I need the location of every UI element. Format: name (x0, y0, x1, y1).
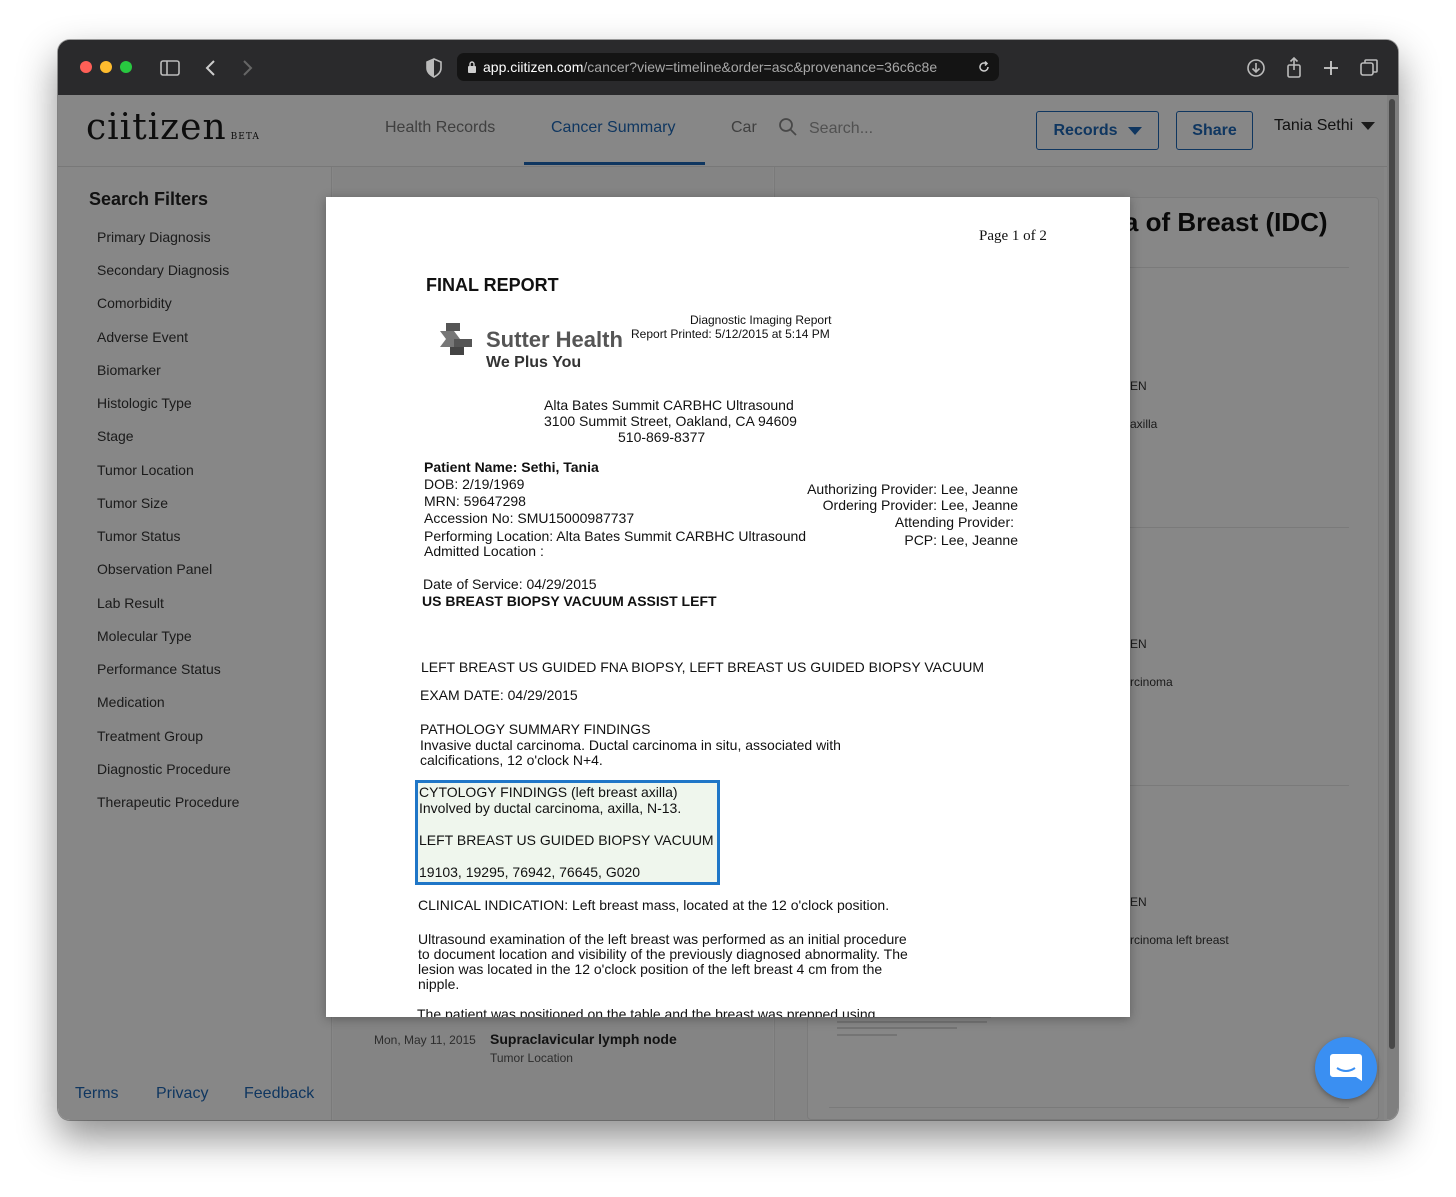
minimize-window-button[interactable] (100, 61, 112, 73)
chat-launcher-button[interactable] (1315, 1037, 1377, 1099)
clinical-indication: CLINICAL INDICATION: Left breast mass, l… (418, 897, 890, 913)
url-host: app.ciitizen.com (483, 59, 584, 75)
tab-overview-icon[interactable] (1356, 55, 1382, 81)
close-window-button[interactable] (80, 61, 92, 73)
share-icon[interactable] (1281, 55, 1307, 81)
sutter-health-logo-icon (440, 323, 472, 355)
accession-number: Accession No: SMU15000987737 (424, 510, 635, 526)
facility-address: 3100 Summit Street, Oakland, CA 94609 (544, 413, 797, 429)
forward-icon[interactable] (234, 55, 260, 81)
browser-toolbar: app.ciitizen.com/cancer?view=timeline&or… (58, 40, 1398, 95)
patient-mrn: MRN: 59647298 (424, 493, 526, 509)
ultrasound-line: Ultrasound examination of the left breas… (418, 931, 907, 947)
back-icon[interactable] (198, 55, 224, 81)
chat-icon (1330, 1054, 1362, 1081)
procedure-name: US BREAST BIOPSY VACUUM ASSIST LEFT (422, 593, 717, 609)
patient-dob: DOB: 2/19/1969 (424, 476, 525, 492)
pathology-line: Invasive ductal carcinoma. Ductal carcin… (420, 737, 841, 753)
attending-provider: Attending Provider: (894, 514, 1014, 530)
ultrasound-line: nipple. (418, 976, 460, 992)
ordering-provider: Ordering Provider: Lee, Jeanne (822, 497, 1018, 513)
facility-phone: 510-869-8377 (618, 429, 706, 445)
page-number: Page 1 of 2 (979, 228, 1047, 244)
procedure-codes: 19103, 19295, 76942, 76645, G020 (419, 864, 641, 880)
document-viewer-modal: Page 1 of 2 FINAL REPORT Diagnostic Imag… (326, 197, 1130, 1017)
url-path: /cancer?view=timeline&order=asc&provenan… (583, 59, 938, 75)
procedure-description: LEFT BREAST US GUIDED FNA BIOPSY, LEFT B… (421, 659, 985, 675)
report-heading: FINAL REPORT (426, 275, 559, 295)
pathology-line: calcifications, 12 o'clock N+4. (420, 752, 603, 768)
lock-icon (468, 61, 476, 73)
sutter-tagline: We Plus You (486, 354, 582, 371)
authorizing-provider: Authorizing Provider: Lee, Jeanne (807, 481, 1018, 497)
performing-location: Performing Location: Alta Bates Summit C… (424, 528, 807, 544)
download-icon[interactable] (1243, 55, 1269, 81)
patient-name: Patient Name: Sethi, Tania (424, 459, 599, 475)
pcp: PCP: Lee, Jeanne (904, 532, 1018, 548)
app-content: ciitizen BETA Health Records Cancer Summa… (58, 95, 1398, 1120)
sutter-health-brand: Sutter Health (486, 327, 623, 352)
biopsy-heading: LEFT BREAST US GUIDED BIOPSY VACUUM (419, 832, 714, 848)
date-of-service: Date of Service: 04/29/2015 (423, 576, 597, 592)
address-bar[interactable]: app.ciitizen.com/cancer?view=timeline&or… (457, 53, 999, 81)
pathology-heading: PATHOLOGY SUMMARY FINDINGS (420, 721, 651, 737)
report-printed: Report Printed: 5/12/2015 at 5:14 PM (631, 327, 830, 341)
new-tab-icon[interactable] (1318, 55, 1344, 81)
sidebar-toggle-icon[interactable] (157, 55, 183, 81)
ultrasound-line: to document location and visibility of t… (418, 946, 908, 962)
privacy-shield-icon[interactable] (421, 55, 447, 81)
ultrasound-line: lesion was located in the 12 o'clock pos… (418, 961, 883, 977)
maximize-window-button[interactable] (120, 61, 132, 73)
report-type: Diagnostic Imaging Report (690, 313, 832, 327)
facility-name: Alta Bates Summit CARBHC Ultrasound (544, 397, 794, 413)
cytology-heading: CYTOLOGY FINDINGS (left breast axilla) (419, 784, 678, 800)
exam-date: EXAM DATE: 04/29/2015 (420, 687, 578, 703)
browser-window: app.ciitizen.com/cancer?view=timeline&or… (58, 40, 1398, 1120)
procedure-text-cut: The patient was positioned on the table … (417, 1006, 876, 1017)
reload-icon[interactable] (977, 60, 991, 74)
cytology-finding: Involved by ductal carcinoma, axilla, N-… (419, 800, 682, 816)
admitted-location: Admitted Location : (424, 543, 544, 559)
